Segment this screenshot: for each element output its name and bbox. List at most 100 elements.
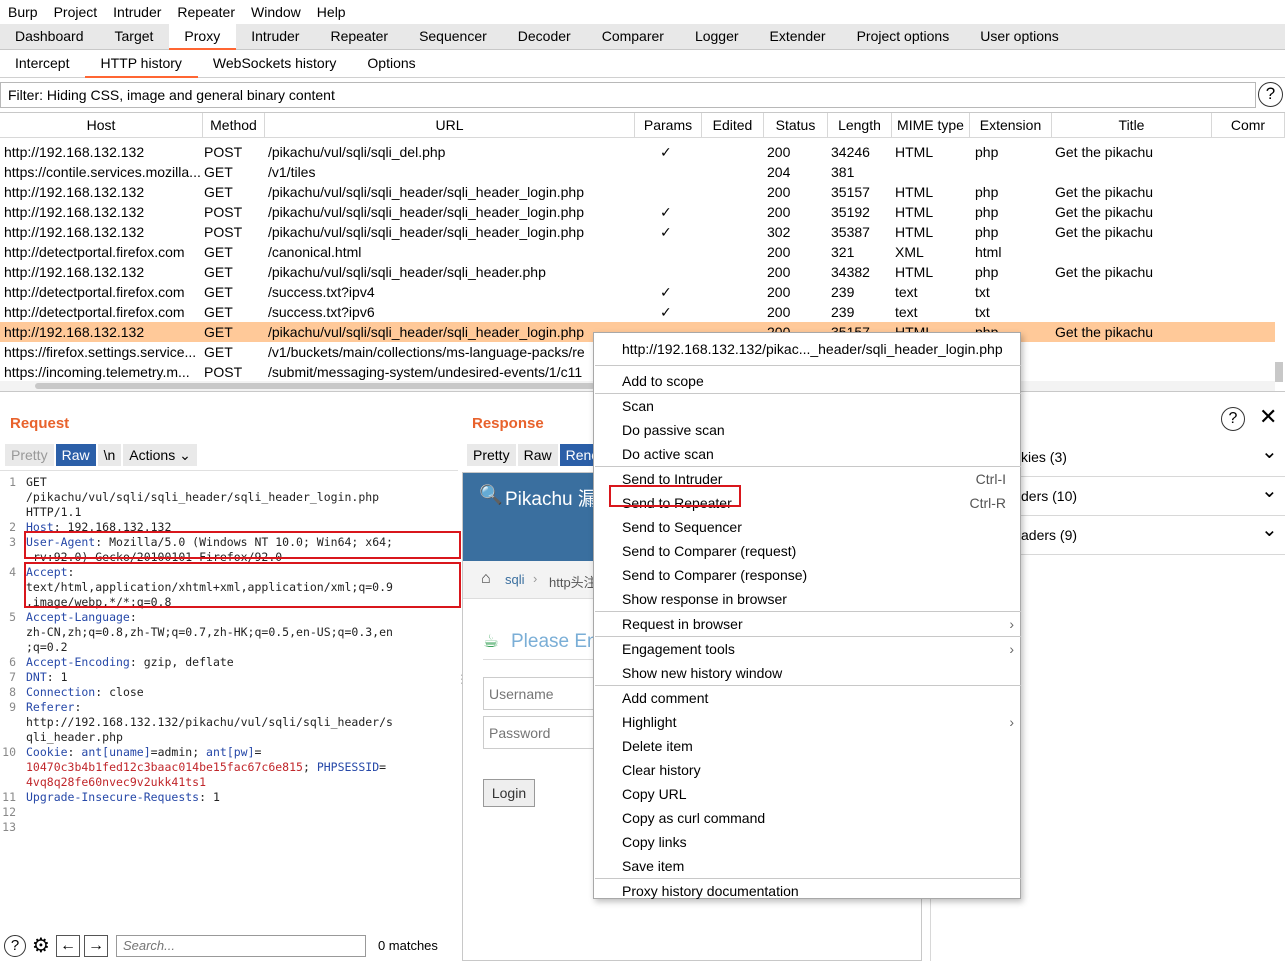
column-header-host[interactable]: Host bbox=[0, 113, 203, 138]
chevron-down-icon[interactable]: ⌄ bbox=[1261, 472, 1278, 511]
code-token: ant[uname] bbox=[81, 745, 151, 759]
response-view-buttons: Pretty Raw Renc bbox=[467, 444, 606, 466]
response-button-1[interactable]: Raw bbox=[517, 444, 558, 466]
column-header-params[interactable]: Params bbox=[635, 113, 702, 138]
menu-repeater[interactable]: Repeater bbox=[169, 4, 243, 20]
search-input[interactable] bbox=[115, 934, 366, 957]
request-footer: ? ⚙ ← → 0 matches bbox=[0, 930, 458, 961]
subtab-intercept[interactable]: Intercept bbox=[0, 50, 85, 78]
menu-item-add-comment[interactable]: Add comment bbox=[594, 686, 1020, 710]
table-row[interactable]: http://detectportal.firefox.com GET/canon… bbox=[0, 242, 1275, 262]
column-header-comr[interactable]: Comr bbox=[1212, 113, 1285, 138]
help-icon[interactable]: ? bbox=[1258, 82, 1283, 107]
column-header-mime-type[interactable]: MIME type bbox=[892, 113, 970, 138]
table-row[interactable]: http://detectportal.firefox.com GET/succe… bbox=[0, 302, 1275, 322]
response-title: Response bbox=[472, 415, 544, 432]
menu-item-delete-item[interactable]: Delete item bbox=[594, 734, 1020, 758]
request-button-0[interactable]: Pretty bbox=[5, 444, 54, 466]
request-line: Upgrade-Insecure-Requests: 1 bbox=[26, 790, 458, 805]
menu-item-show-new-history-window[interactable]: Show new history window bbox=[594, 661, 1020, 685]
login-button[interactable]: Login bbox=[483, 779, 535, 807]
cell-method: GET bbox=[204, 264, 233, 280]
tab-decoder[interactable]: Decoder bbox=[503, 24, 587, 50]
response-button-0[interactable]: Pretty bbox=[467, 444, 516, 466]
column-header-method[interactable]: Method bbox=[203, 113, 265, 138]
chevron-down-icon[interactable]: ⌄ bbox=[1261, 511, 1278, 550]
menu-project[interactable]: Project bbox=[46, 4, 106, 20]
menu-item-copy-url[interactable]: Copy URL bbox=[594, 782, 1020, 806]
column-header-length[interactable]: Length bbox=[828, 113, 892, 138]
breadcrumb-link[interactable]: sqli bbox=[505, 572, 525, 587]
menu-item-scan[interactable]: Scan bbox=[594, 394, 1020, 418]
tab-repeater[interactable]: Repeater bbox=[315, 24, 404, 50]
tab-project-options[interactable]: Project options bbox=[842, 24, 966, 50]
menu-item-label: Engagement tools bbox=[622, 641, 735, 657]
cell-url: /success.txt?ipv6 bbox=[268, 304, 375, 320]
tab-proxy[interactable]: Proxy bbox=[169, 24, 237, 50]
column-header-url[interactable]: URL bbox=[265, 113, 635, 138]
menu-item-proxy-history-documentation[interactable]: Proxy history documentation bbox=[594, 879, 1020, 903]
menu-item-do-active-scan[interactable]: Do active scan bbox=[594, 442, 1020, 466]
tab-user-options[interactable]: User options bbox=[965, 24, 1075, 50]
tab-logger[interactable]: Logger bbox=[680, 24, 755, 50]
scroll-thumb[interactable] bbox=[35, 383, 595, 389]
table-row[interactable]: https://contile.services.mozilla... GET/v… bbox=[0, 162, 1275, 182]
column-header-title[interactable]: Title bbox=[1052, 113, 1212, 138]
subtab-http-history[interactable]: HTTP history bbox=[85, 50, 198, 78]
table-row[interactable]: http://192.168.132.132 POST/pikachu/vul/s… bbox=[0, 202, 1275, 222]
line-number: 13 bbox=[2, 820, 16, 834]
menu-item-send-to-comparer-request[interactable]: Send to Comparer (request) bbox=[594, 539, 1020, 563]
menu-item-send-to-comparer-response[interactable]: Send to Comparer (response) bbox=[594, 563, 1020, 587]
menu-item-save-item[interactable]: Save item bbox=[594, 854, 1020, 878]
menu-help[interactable]: Help bbox=[309, 4, 354, 20]
code-token: Connection bbox=[26, 685, 96, 699]
filter-bar[interactable]: Filter: Hiding CSS, image and general bi… bbox=[0, 82, 1256, 108]
cell-params: ✓ bbox=[660, 144, 672, 160]
help-icon[interactable]: ? bbox=[1221, 407, 1245, 431]
tab-target[interactable]: Target bbox=[100, 24, 170, 50]
column-header-extension[interactable]: Extension bbox=[970, 113, 1052, 138]
close-icon[interactable]: ✕ bbox=[1259, 404, 1277, 430]
next-arrow-icon[interactable]: → bbox=[83, 934, 108, 957]
menu-item-show-response-in-browser[interactable]: Show response in browser bbox=[594, 587, 1020, 611]
menu-item-send-to-sequencer[interactable]: Send to Sequencer bbox=[594, 515, 1020, 539]
menu-item-copy-as-curl-command[interactable]: Copy as curl command bbox=[594, 806, 1020, 830]
cell-status: 200 bbox=[767, 204, 791, 220]
gear-icon[interactable]: ⚙ bbox=[32, 935, 50, 957]
code-token: = bbox=[254, 745, 262, 759]
table-row[interactable]: http://192.168.132.132 POST/pikachu/vul/s… bbox=[0, 222, 1275, 242]
request-button-2[interactable]: \n bbox=[97, 444, 122, 466]
menu-window[interactable]: Window bbox=[243, 4, 309, 20]
table-row[interactable]: http://192.168.132.132 GET/pikachu/vul/sq… bbox=[0, 262, 1275, 282]
subtab-websockets-history[interactable]: WebSockets history bbox=[198, 50, 352, 78]
menu-item-engagement-tools[interactable]: Engagement tools › bbox=[594, 637, 1020, 661]
column-header-status[interactable]: Status bbox=[764, 113, 828, 138]
table-row[interactable]: http://192.168.132.132 POST/pikachu/vul/s… bbox=[0, 142, 1275, 162]
chevron-right-icon: › bbox=[1009, 641, 1014, 657]
menu-item-copy-links[interactable]: Copy links bbox=[594, 830, 1020, 854]
cell-title: Get the pikachu bbox=[1055, 324, 1154, 340]
table-row[interactable]: http://192.168.132.132 GET/pikachu/vul/sq… bbox=[0, 182, 1275, 202]
tab-dashboard[interactable]: Dashboard bbox=[0, 24, 100, 50]
table-row[interactable]: http://detectportal.firefox.com GET/succe… bbox=[0, 282, 1275, 302]
menu-intruder[interactable]: Intruder bbox=[105, 4, 169, 20]
help-icon[interactable]: ? bbox=[4, 934, 26, 957]
tab-intruder[interactable]: Intruder bbox=[236, 24, 315, 50]
request-button-3[interactable]: Actions ⌄ bbox=[123, 444, 197, 466]
tab-comparer[interactable]: Comparer bbox=[587, 24, 680, 50]
subtab-options[interactable]: Options bbox=[352, 50, 431, 78]
tab-extender[interactable]: Extender bbox=[755, 24, 842, 50]
menu-item-clear-history[interactable]: Clear history bbox=[594, 758, 1020, 782]
previous-arrow-icon[interactable]: ← bbox=[55, 934, 80, 957]
menu-item-add-to-scope[interactable]: Add to scope bbox=[594, 369, 1020, 393]
chevron-down-icon[interactable]: ⌄ bbox=[1261, 433, 1278, 472]
menu-item-highlight[interactable]: Highlight › bbox=[594, 710, 1020, 734]
tab-sequencer[interactable]: Sequencer bbox=[404, 24, 503, 50]
vertical-scroll-thumb[interactable] bbox=[1275, 362, 1283, 382]
menu-item-request-in-browser[interactable]: Request in browser › bbox=[594, 612, 1020, 636]
menu-burp[interactable]: Burp bbox=[0, 4, 46, 20]
request-button-1[interactable]: Raw bbox=[55, 444, 96, 466]
cell-host: https://incoming.telemetry.m... bbox=[4, 364, 190, 380]
menu-item-do-passive-scan[interactable]: Do passive scan bbox=[594, 418, 1020, 442]
column-header-edited[interactable]: Edited bbox=[702, 113, 764, 138]
